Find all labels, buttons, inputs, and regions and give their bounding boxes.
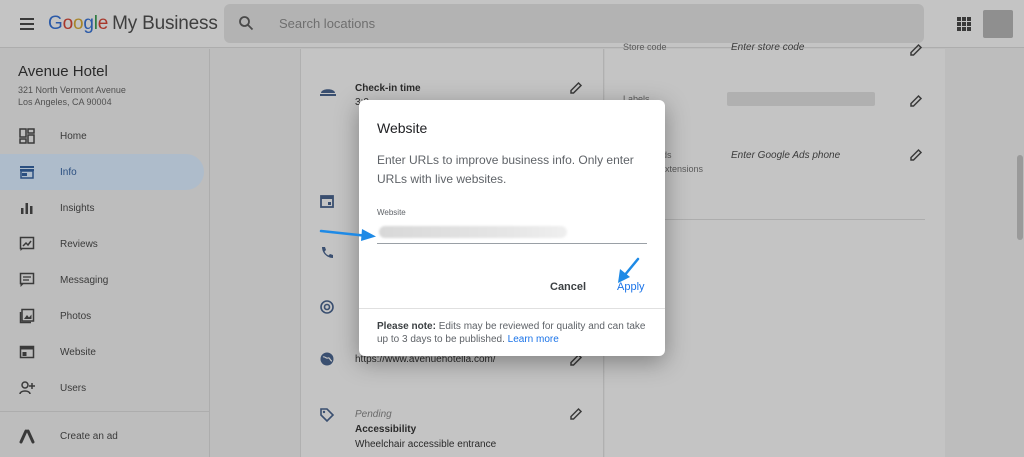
dialog-note: Please note: Edits may be reviewed for q… (377, 321, 646, 345)
edit-pencil-icon[interactable] (569, 407, 583, 421)
accessibility-title: Accessibility (355, 424, 417, 435)
calendar-icon (320, 195, 334, 208)
sidebar-item-home[interactable]: Home (0, 118, 210, 154)
apps-grid-icon[interactable] (957, 17, 971, 31)
ads-phone-value: Enter Google Ads phone (731, 150, 841, 161)
pending-label: Pending (355, 409, 392, 420)
accessibility-value: Wheelchair accessible entrance (355, 439, 497, 450)
tag-icon (320, 408, 335, 423)
dialog-description: Enter URLs to improve business info. Onl… (377, 153, 634, 186)
top-app-bar: Google My Business Search locations (0, 0, 1024, 48)
review-icon (18, 235, 36, 253)
product-name: My Business (112, 13, 218, 34)
phone-icon (322, 247, 333, 258)
globe-icon (320, 352, 334, 366)
cancel-button[interactable]: Cancel (550, 281, 586, 293)
storefront-icon (18, 163, 36, 181)
store-code-label: Store code (623, 42, 667, 52)
learn-more-link[interactable]: Learn more (508, 334, 559, 345)
web-icon (18, 343, 36, 361)
dialog-title: Website (377, 120, 428, 136)
sidebar-item-reviews[interactable]: Reviews (0, 226, 210, 262)
ads-extensions-label: xtensions (665, 164, 704, 174)
google-ads-icon (18, 427, 36, 445)
dialog-divider (359, 308, 665, 309)
search-icon (239, 16, 254, 31)
sidebar-item-users[interactable]: Users (0, 370, 210, 406)
sidebar-item-messaging[interactable]: Messaging (0, 262, 210, 298)
create-ad-section: Create an ad (0, 418, 210, 454)
website-edit-dialog: Website Enter URLs to improve business i… (359, 100, 665, 356)
website-url-input[interactable] (377, 220, 647, 244)
sidebar-item-insights[interactable]: Insights (0, 190, 210, 226)
business-name: Avenue Hotel (18, 63, 108, 80)
home-grid-icon (18, 127, 36, 145)
store-code-value: Enter store code (731, 42, 805, 53)
edit-pencil-icon[interactable] (909, 94, 923, 108)
edit-pencil-icon[interactable] (909, 43, 923, 57)
apply-button[interactable]: Apply (617, 281, 645, 293)
labels-value-redacted (727, 92, 875, 106)
account-avatar[interactable] (983, 10, 1013, 38)
edit-pencil-icon[interactable] (909, 148, 923, 162)
search-placeholder: Search locations (279, 16, 376, 31)
page-scrollbar[interactable] (1017, 155, 1023, 240)
edit-pencil-icon[interactable] (569, 81, 583, 95)
website-field-label: Website (377, 208, 406, 217)
sidebar-item-info[interactable]: Info (0, 154, 204, 190)
sidebar-item-photos[interactable]: Photos (0, 298, 210, 334)
email-at-icon (320, 300, 334, 314)
sidebar-item-website[interactable]: Website (0, 334, 210, 370)
photo-icon (18, 307, 36, 325)
sidebar: Avenue Hotel 321 North Vermont Avenue Lo… (0, 49, 210, 457)
checkin-title: Check-in time (355, 83, 421, 94)
sidebar-divider (0, 411, 210, 412)
search-bar[interactable]: Search locations (224, 4, 924, 43)
bar-chart-icon (18, 199, 36, 217)
menu-icon[interactable] (20, 18, 34, 30)
card-divider (665, 219, 925, 220)
sidebar-nav: Home Info Insights Reviews Messaging Pho… (0, 118, 210, 406)
message-icon (18, 271, 36, 289)
business-address: 321 North Vermont Avenue Los Angeles, CA… (18, 85, 126, 107)
add-user-icon (18, 379, 36, 397)
google-my-business-logo[interactable]: Google My Business (48, 13, 218, 35)
bell-service-icon (320, 89, 336, 96)
sidebar-item-create-ad[interactable]: Create an ad (0, 418, 210, 454)
